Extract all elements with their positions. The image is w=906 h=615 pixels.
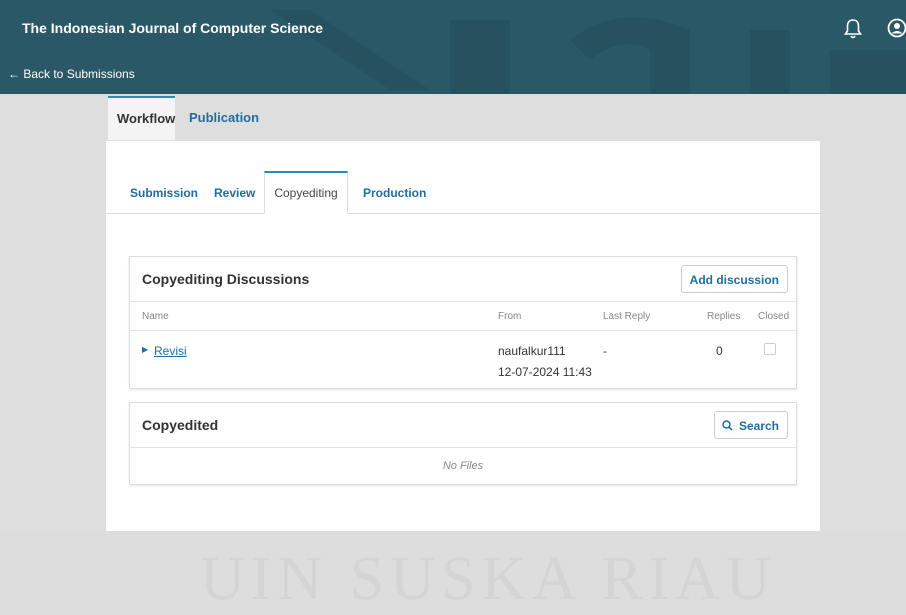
column-replies: Replies — [707, 311, 741, 322]
add-discussion-button[interactable]: Add discussion — [680, 265, 788, 293]
search-button[interactable]: Search — [713, 411, 788, 439]
discussion-link-revisi[interactable]: Revisi — [154, 344, 187, 358]
discussion-closed-checkbox[interactable] — [764, 343, 776, 355]
no-files-message: No Files — [442, 460, 484, 472]
back-to-submissions-link[interactable]: ← Back to Submissions — [8, 67, 135, 81]
copyedited-title: Copyedited — [142, 417, 219, 433]
copyedited-header: Copyedited Search — [130, 403, 796, 448]
discussion-last-reply: - — [603, 344, 607, 358]
tab-production[interactable]: Production — [363, 171, 426, 213]
discussion-replies-count: 0 — [716, 344, 723, 358]
copyedited-files-panel: Copyedited Search No Files — [129, 402, 797, 485]
search-icon — [722, 420, 733, 431]
bell-icon[interactable] — [843, 18, 863, 40]
column-from: From — [498, 311, 522, 322]
discussion-from-date: 12-07-2024 11:43 — [498, 365, 592, 379]
stage-tabs: Submission Review Copyediting Production — [106, 171, 820, 214]
watermark-text: UIN SUSKA RIAU — [200, 545, 777, 613]
column-name: Name — [142, 311, 169, 322]
column-last-reply: Last Reply — [603, 311, 651, 322]
discussions-column-headers: Name From Last Reply Replies Closed — [130, 302, 796, 331]
search-button-label: Search — [738, 419, 779, 433]
tab-copyediting[interactable]: Copyediting — [264, 171, 348, 214]
top-header: The Indonesian Journal of Computer Scien… — [0, 0, 906, 94]
expand-caret-icon[interactable]: ▶ — [142, 345, 148, 354]
tab-publication[interactable]: Publication — [180, 96, 268, 140]
tab-review[interactable]: Review — [214, 171, 255, 213]
user-avatar-icon[interactable] — [887, 18, 906, 38]
column-closed: Closed — [758, 311, 790, 322]
discussion-row: ▶ Revisi naufalkur111 12-07-2024 11:43 -… — [130, 331, 796, 388]
workflow-panel: Submission Review Copyediting Production… — [106, 141, 820, 531]
discussion-from-user: naufalkur111 — [498, 344, 566, 358]
tab-submission[interactable]: Submission — [130, 171, 198, 213]
watermark-logo — [270, 10, 906, 94]
site-title[interactable]: The Indonesian Journal of Computer Scien… — [22, 20, 323, 36]
discussions-header: Copyediting Discussions Add discussion — [130, 257, 796, 302]
discussions-title: Copyediting Discussions — [142, 271, 310, 287]
copyediting-discussions-panel: Copyediting Discussions Add discussion N… — [129, 256, 797, 389]
tab-workflow[interactable]: Workflow — [108, 96, 175, 140]
